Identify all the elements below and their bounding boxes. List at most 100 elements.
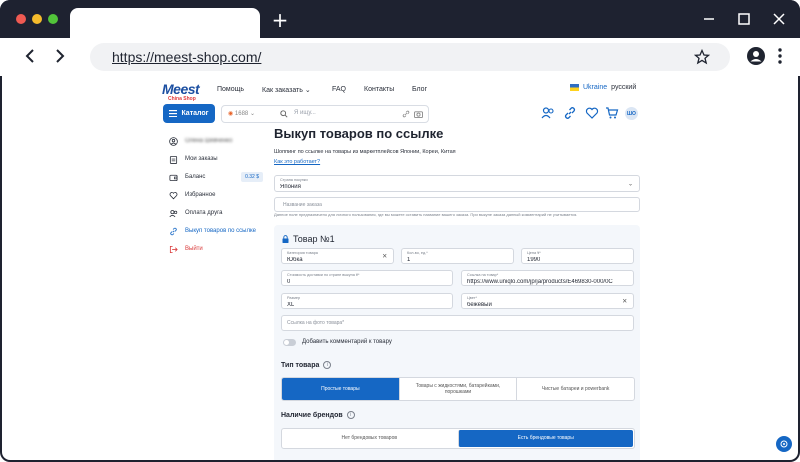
comment-toggle-label: Добавить комментарий к товару: [302, 339, 392, 345]
photo-link-input[interactable]: Ссылка на фото товара*: [281, 315, 634, 331]
delivery-cost-field[interactable]: Стоимость доставки по стране выкупа ¥* 0: [281, 270, 453, 286]
info-icon[interactable]: i: [346, 411, 355, 419]
back-arrow-icon[interactable]: [20, 46, 40, 66]
minimize-window-dot[interactable]: [32, 14, 42, 24]
cart-icon[interactable]: [605, 106, 619, 120]
how-it-works-link[interactable]: Как это работает?: [274, 159, 640, 165]
nav-help[interactable]: Помощь: [217, 86, 244, 93]
type-option-batteries[interactable]: Чистые батареи и powerbank: [516, 378, 634, 400]
color-field[interactable]: Цвет* бежевый ×: [461, 293, 634, 309]
page-title: Выкуп товаров по ссылке: [274, 126, 444, 141]
photo-link-placeholder: Ссылка на фото товара*: [287, 320, 345, 326]
close-window-dot[interactable]: [16, 14, 26, 24]
link-paste-icon[interactable]: [402, 110, 410, 118]
url-field[interactable]: https://meest-shop.com/: [90, 43, 730, 71]
product-card-title: Товар №1: [282, 234, 335, 244]
lang-code: русский: [611, 84, 637, 91]
comment-toggle[interactable]: [283, 339, 296, 346]
close-icon[interactable]: [770, 10, 788, 28]
quantity-value: 1: [407, 257, 411, 263]
lock-icon: [282, 235, 289, 243]
url-text: https://meest-shop.com/: [112, 49, 262, 65]
category-label: Категория товара: [287, 251, 318, 255]
size-value: XL: [287, 302, 295, 308]
camera-icon[interactable]: [414, 110, 423, 118]
clear-icon[interactable]: ×: [622, 297, 627, 306]
brand-option-yes[interactable]: Есть брендовые товары: [457, 430, 633, 447]
sidebar-item-label: Выкуп товаров по ссылке: [185, 228, 257, 234]
price-label: Цена ¥*: [527, 251, 541, 255]
tab-strip: +: [0, 0, 800, 38]
price-field[interactable]: Цена ¥* 1990: [521, 248, 634, 264]
sidebar-item-orders[interactable]: Мои заказы: [165, 150, 265, 168]
color-label: Цвет*: [467, 296, 477, 300]
country-value: Япония: [280, 184, 301, 190]
sidebar-item-label: Выйти: [185, 246, 203, 252]
account-sidebar: Олена Шевченко Мои заказы Баланс 0.32 $ …: [165, 132, 265, 258]
maximize-icon[interactable]: [735, 10, 753, 28]
sidebar-item-logout[interactable]: Выйти: [165, 240, 265, 258]
catalog-label: Каталог: [181, 110, 209, 117]
size-field[interactable]: Размер XL: [281, 293, 453, 309]
bookmark-star-icon[interactable]: [694, 49, 710, 65]
new-tab-button[interactable]: +: [270, 10, 290, 30]
meest-logo[interactable]: Meest China Shop: [162, 81, 208, 103]
language-switcher[interactable]: Ukraine русский: [570, 84, 636, 91]
sidebar-item-label: Оплата друга: [185, 210, 223, 216]
type-option-liquids[interactable]: Товары с жидкостями, батарейками, порошк…: [398, 378, 517, 400]
search-bar[interactable]: ◉ 1688 ⌄ Я ищу...: [221, 105, 429, 123]
balance-badge: 0.32 $: [241, 172, 263, 182]
sidebar-user[interactable]: Олена Шевченко: [165, 132, 265, 150]
quantity-field[interactable]: Кол-во, ед.* 1: [401, 248, 514, 264]
product-card: Товар №1 Категория товара Юбка × Кол-во,…: [274, 225, 640, 460]
product-type-heading: Тип товара i: [281, 361, 332, 369]
info-icon[interactable]: i: [323, 361, 332, 369]
marketplace-select[interactable]: ◉ 1688 ⌄: [228, 110, 255, 117]
chevron-down-icon: ⌄: [627, 181, 633, 187]
profile-badge[interactable]: ШО: [625, 107, 638, 120]
product-link-field[interactable]: Ссылка на товар* https://www.uniqlo.com/…: [461, 270, 634, 286]
category-field[interactable]: Категория товара Юбка ×: [281, 248, 394, 264]
sidebar-item-buyout-by-link[interactable]: Выкуп товаров по ссылке: [165, 222, 265, 240]
link-icon: [170, 227, 177, 235]
ukraine-flag-icon: [570, 84, 579, 91]
product-type-title: Тип товара: [281, 361, 320, 369]
country-select[interactable]: Страна покупки Япония ⌄: [274, 175, 640, 192]
forward-arrow-icon[interactable]: [50, 46, 70, 66]
chat-button[interactable]: [776, 436, 792, 452]
category-value: Юбка: [287, 257, 303, 263]
users-icon[interactable]: [541, 106, 555, 120]
product-type-selector: Простые товары Товары с жидкостями, бата…: [281, 377, 635, 401]
order-name-input[interactable]: Название заказа: [274, 197, 640, 212]
nav-blog[interactable]: Блог: [412, 86, 427, 93]
product-number: Товар №1: [293, 234, 335, 244]
order-name-placeholder: Название заказа: [283, 201, 322, 208]
user-icon: [169, 136, 178, 146]
product-link-value: https://www.uniqlo.com/jp/ja/products/E4…: [467, 279, 613, 285]
heart-icon[interactable]: [585, 106, 599, 120]
marketplace-select-value: 1688: [234, 111, 249, 117]
catalog-button[interactable]: Каталог: [163, 104, 215, 123]
country-label: Страна покупки: [280, 178, 308, 182]
quantity-label: Кол-во, ед.*: [407, 251, 428, 255]
link-icon[interactable]: [563, 106, 577, 120]
browser-tab[interactable]: [70, 8, 260, 38]
sidebar-item-friend-payment[interactable]: Оплата друга: [165, 204, 265, 222]
order-name-hint: Данное поле предназначено для личного по…: [274, 212, 578, 217]
sidebar-item-balance[interactable]: Баланс 0.32 $: [165, 168, 265, 186]
nav-contacts[interactable]: Контакты: [364, 86, 394, 93]
brand-option-none[interactable]: Нет брендовых товаров: [282, 429, 457, 448]
search-input[interactable]: Я ищу...: [294, 110, 316, 116]
user-name: Олена Шевченко: [185, 138, 233, 144]
clear-icon[interactable]: ×: [382, 252, 387, 261]
minimize-icon[interactable]: [700, 10, 718, 28]
maximize-window-dot[interactable]: [48, 14, 58, 24]
browser-menu-icon[interactable]: [774, 46, 786, 66]
price-value: 1990: [527, 257, 541, 263]
type-option-simple[interactable]: Простые товары: [282, 378, 399, 400]
nav-faq[interactable]: FAQ: [332, 86, 346, 93]
size-label: Размер: [287, 296, 301, 300]
nav-how-to-order[interactable]: Как заказать ⌄: [262, 86, 311, 94]
sidebar-item-favorites[interactable]: Избранное: [165, 186, 265, 204]
profile-avatar-icon[interactable]: [746, 46, 766, 66]
